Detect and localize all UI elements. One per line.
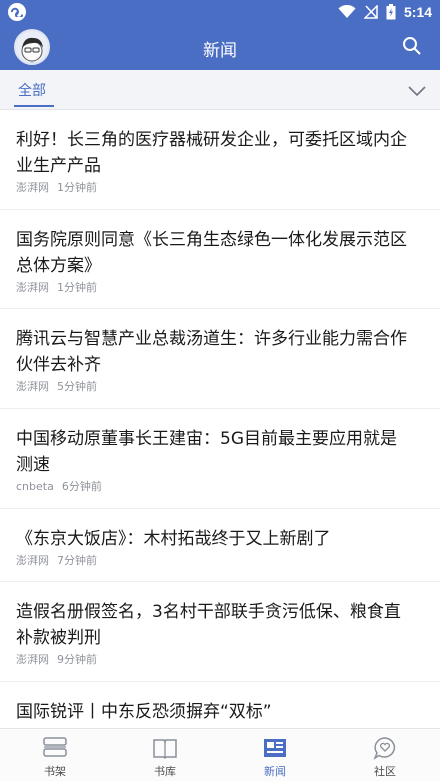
bookshelf-icon	[43, 737, 67, 757]
search-button[interactable]	[402, 36, 424, 58]
news-meta: 澎湃网 9分钟前	[16, 651, 97, 667]
news-meta: 澎湃网 1分钟前	[16, 279, 97, 295]
nav-label: 书架	[44, 765, 66, 778]
news-icon	[264, 739, 286, 757]
battery-icon	[386, 4, 396, 20]
app-header: 新闻	[0, 24, 440, 70]
news-time: 6分钟前	[61, 480, 102, 493]
nav-item-bookshelf[interactable]: 书架	[0, 729, 110, 781]
news-time: 1分钟前	[57, 181, 97, 194]
nav-item-news[interactable]: 新闻	[220, 729, 330, 781]
news-title: 腾讯云与智慧产业总裁汤道生：许多行业能力需合作伙伴去补齐	[16, 329, 407, 375]
news-item[interactable]: 利好！长三角的医疗器械研发企业，可委托区域内企业生产产品 澎湃网 1分钟前	[0, 110, 440, 210]
no-signal-icon	[363, 5, 378, 19]
bottom-nav: 书架 书库 新闻 社区	[0, 728, 440, 781]
news-source: 澎湃网	[16, 181, 49, 194]
news-time: 7分钟前	[57, 554, 97, 567]
community-icon	[373, 737, 396, 760]
nav-item-library[interactable]: 书库	[110, 729, 220, 781]
news-time: 9分钟前	[57, 653, 97, 666]
news-title: 造假名册假签名，3名村干部联手贪污低保、粮食直补款被判刑	[16, 602, 401, 648]
tab-indicator	[14, 105, 54, 107]
chevron-down-icon	[408, 86, 426, 97]
search-icon	[403, 37, 421, 55]
library-icon	[153, 739, 177, 760]
news-meta: 澎湃网 5分钟前	[16, 378, 97, 394]
news-meta: cnbeta 6分钟前	[16, 478, 102, 494]
status-time: 5:14	[403, 4, 432, 20]
news-item[interactable]: 中国移动原董事长王建宙：5G目前最主要应用就是测速 cnbeta 6分钟前	[0, 409, 440, 509]
nav-label: 社区	[374, 765, 396, 778]
news-item[interactable]: 国际锐评丨中东反恐须摒弃“双标”	[0, 682, 440, 728]
news-source: 澎湃网	[16, 380, 49, 393]
news-meta: 澎湃网 1分钟前	[16, 179, 97, 195]
category-tab-bar: 全部	[0, 70, 440, 110]
news-title: 利好！长三角的医疗器械研发企业，可委托区域内企业生产产品	[16, 130, 407, 176]
tab-all[interactable]: 全部	[18, 80, 46, 100]
expand-categories-button[interactable]	[408, 82, 426, 97]
news-title: 《东京大饭店》：木村拓哉终于又上新剧了	[16, 529, 331, 549]
page-title: 新闻	[203, 41, 237, 61]
nav-label: 新闻	[264, 765, 286, 778]
news-meta: 澎湃网 7分钟前	[16, 552, 97, 568]
news-item[interactable]: 腾讯云与智慧产业总裁汤道生：许多行业能力需合作伙伴去补齐 澎湃网 5分钟前	[0, 309, 440, 409]
news-source: 澎湃网	[16, 281, 49, 294]
news-source: 澎湃网	[16, 653, 49, 666]
news-title: 国际锐评丨中东反恐须摒弃“双标”	[16, 702, 272, 722]
news-item[interactable]: 国务院原则同意《长三角生态绿色一体化发展示范区总体方案》 澎湃网 1分钟前	[0, 210, 440, 309]
nav-label: 书库	[154, 765, 176, 778]
app-notification-icon	[8, 3, 26, 21]
news-time: 1分钟前	[57, 281, 97, 294]
nav-item-community[interactable]: 社区	[330, 729, 440, 781]
news-title: 中国移动原董事长王建宙：5G目前最主要应用就是测速	[16, 429, 397, 475]
news-title: 国务院原则同意《长三角生态绿色一体化发展示范区总体方案》	[16, 230, 407, 276]
news-list: 利好！长三角的医疗器械研发企业，可委托区域内企业生产产品 澎湃网 1分钟前 国务院…	[0, 110, 440, 728]
news-source: cnbeta	[16, 480, 54, 493]
status-bar: 5:14	[0, 0, 440, 24]
news-source: 澎湃网	[16, 554, 49, 567]
news-time: 5分钟前	[57, 380, 97, 393]
wifi-icon	[338, 5, 356, 18]
news-item[interactable]: 造假名册假签名，3名村干部联手贪污低保、粮食直补款被判刑 澎湃网 9分钟前	[0, 582, 440, 682]
news-item[interactable]: 《东京大饭店》：木村拓哉终于又上新剧了 澎湃网 7分钟前	[0, 509, 440, 582]
